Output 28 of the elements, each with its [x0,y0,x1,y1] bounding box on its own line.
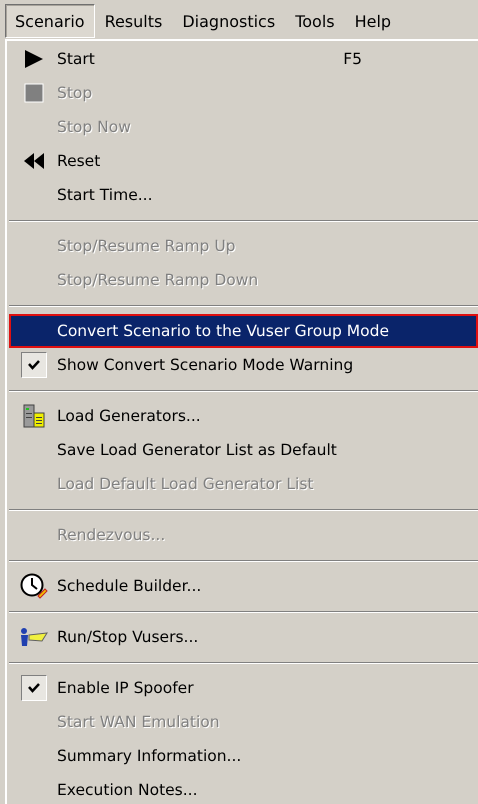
menu-item[interactable]: Reset [9,144,478,178]
menu-item[interactable]: Execution Notes... [9,773,478,804]
menu-item[interactable]: Convert Scenario to the Vuser Group Mode [9,314,478,348]
check-icon [28,360,40,370]
menu-item[interactable]: Start F5 [9,42,478,76]
rewind-icon [23,152,45,170]
stop-icon [24,83,44,103]
menu-item[interactable]: Start Time... [9,178,478,212]
checkbox[interactable] [21,675,47,701]
menu-title[interactable]: Results [94,4,172,38]
menu-title[interactable]: Help [344,4,402,38]
server-icon [21,403,47,429]
check-icon [28,683,40,693]
menu-item[interactable]: Run/Stop Vusers... [9,620,478,654]
menu-item[interactable]: Show Convert Scenario Mode Warning [9,348,478,382]
menu-item[interactable]: Load Generators... [9,399,478,433]
menu-item[interactable]: Save Load Generator List as Default [9,433,478,467]
menu-title[interactable]: Tools [285,4,345,38]
menu-item[interactable]: Enable IP Spoofer [9,671,478,705]
checkbox[interactable] [21,352,47,378]
clock-icon [20,572,48,600]
person-icon [20,627,48,647]
shortcut-text: F5 [343,50,362,68]
menu-item[interactable]: Summary Information... [9,739,478,773]
menu-title[interactable]: Diagnostics [172,4,286,38]
menu-title[interactable]: Scenario [5,4,95,38]
menu-item[interactable]: Schedule Builder... [9,569,478,603]
play-icon [23,49,45,69]
